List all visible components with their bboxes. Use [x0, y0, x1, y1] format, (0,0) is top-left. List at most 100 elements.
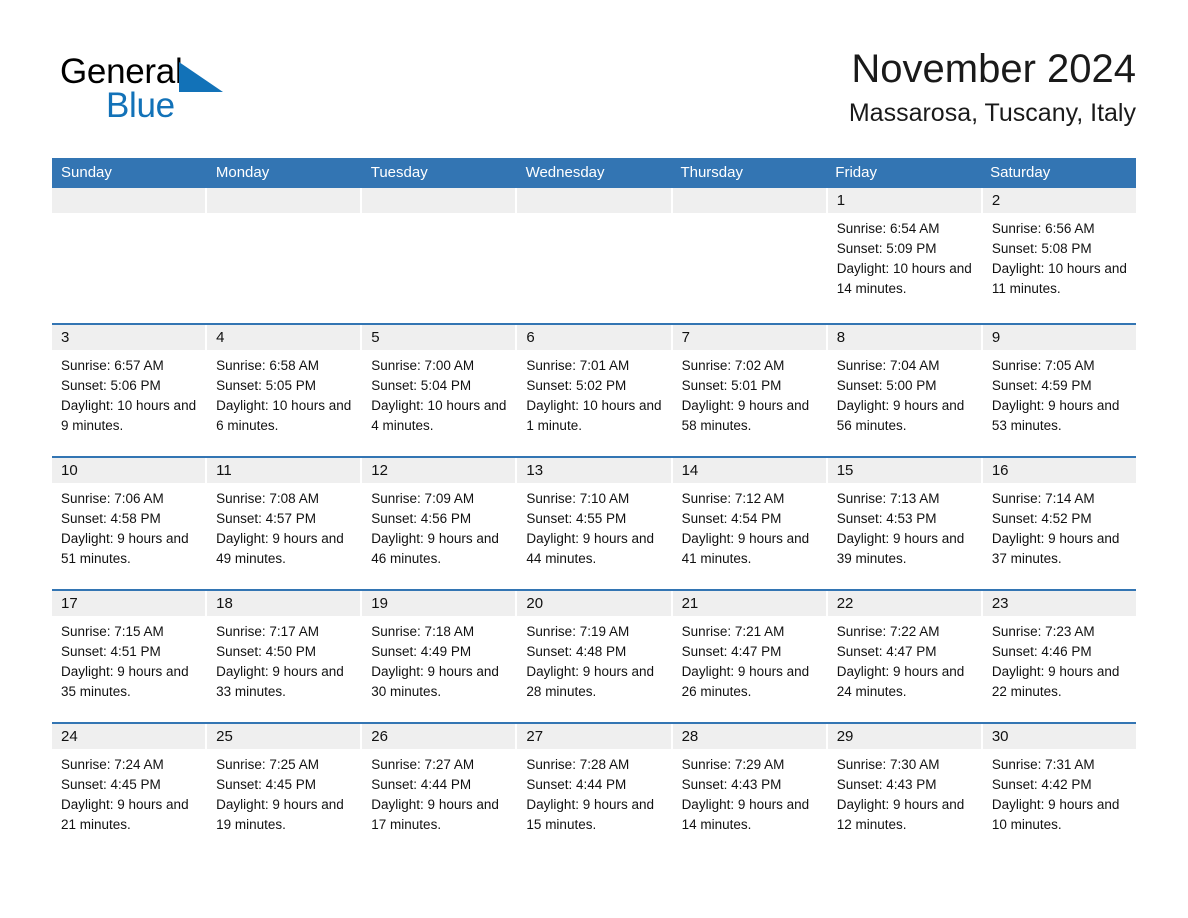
day-info: Sunrise: 7:00 AM Sunset: 5:04 PM Dayligh…: [362, 350, 515, 436]
day-cell[interactable]: 10 Sunrise: 7:06 AM Sunset: 4:58 PM Dayl…: [52, 458, 208, 589]
day-cell[interactable]: 26 Sunrise: 7:27 AM Sunset: 4:44 PM Dayl…: [362, 724, 518, 855]
day-number: 25: [207, 724, 361, 749]
weekday-header-row: Sunday Monday Tuesday Wednesday Thursday…: [52, 158, 1136, 188]
sunset-text: Sunset: 4:59 PM: [991, 378, 1092, 393]
day-number: 15: [827, 458, 981, 483]
day-info: [362, 213, 515, 219]
day-info: [52, 213, 205, 219]
day-cell[interactable]: 16 Sunrise: 7:14 AM Sunset: 4:52 PM Dayl…: [982, 458, 1136, 589]
day-number: 19: [362, 591, 516, 616]
day-number: 12: [362, 458, 516, 483]
daylight-text: Daylight: 9 hours and 41 minutes.: [681, 531, 810, 566]
daylight-text: Daylight: 10 hours and 9 minutes.: [61, 398, 197, 433]
weekday-header-wednesday: Wednesday: [525, 164, 605, 181]
day-number: [52, 188, 206, 213]
day-cell[interactable]: 17 Sunrise: 7:15 AM Sunset: 4:51 PM Dayl…: [52, 591, 208, 722]
daylight-text: Daylight: 9 hours and 51 minutes.: [61, 531, 189, 566]
day-cell[interactable]: [362, 188, 518, 323]
day-info: Sunrise: 6:58 AM Sunset: 5:05 PM Dayligh…: [207, 350, 360, 436]
day-info: Sunrise: 7:15 AM Sunset: 4:51 PM Dayligh…: [52, 616, 205, 702]
day-info: Sunrise: 7:17 AM Sunset: 4:50 PM Dayligh…: [207, 616, 360, 702]
day-cell[interactable]: 15 Sunrise: 7:13 AM Sunset: 4:53 PM Dayl…: [827, 458, 983, 589]
day-cell[interactable]: 21 Sunrise: 7:21 AM Sunset: 4:47 PM Dayl…: [672, 591, 828, 722]
day-info: Sunrise: 7:01 AM Sunset: 5:02 PM Dayligh…: [517, 350, 670, 436]
day-info: [673, 213, 826, 219]
day-number: 5: [362, 325, 516, 350]
day-cell[interactable]: 3 Sunrise: 6:57 AM Sunset: 5:06 PM Dayli…: [52, 325, 208, 456]
sunrise-text: Sunrise: 7:24 AM: [61, 757, 164, 772]
day-cell[interactable]: [207, 188, 363, 323]
day-cell[interactable]: 13 Sunrise: 7:10 AM Sunset: 4:55 PM Dayl…: [517, 458, 673, 589]
day-cell[interactable]: 23 Sunrise: 7:23 AM Sunset: 4:46 PM Dayl…: [982, 591, 1136, 722]
day-info: Sunrise: 7:21 AM Sunset: 4:47 PM Dayligh…: [673, 616, 826, 702]
sunrise-text: Sunrise: 7:28 AM: [526, 757, 630, 772]
day-cell[interactable]: 1 Sunrise: 6:54 AM Sunset: 5:09 PM Dayli…: [827, 188, 983, 323]
day-cell[interactable]: 14 Sunrise: 7:12 AM Sunset: 4:54 PM Dayl…: [672, 458, 828, 589]
day-cell[interactable]: 8 Sunrise: 7:04 AM Sunset: 5:00 PM Dayli…: [827, 325, 983, 456]
day-cell[interactable]: [52, 188, 208, 323]
day-cell[interactable]: 18 Sunrise: 7:17 AM Sunset: 4:50 PM Dayl…: [207, 591, 363, 722]
day-number: 9: [982, 325, 1136, 350]
day-number: 21: [672, 591, 826, 616]
day-number: 13: [517, 458, 671, 483]
daylight-text: Daylight: 10 hours and 4 minutes.: [371, 398, 507, 433]
sunset-text: Sunset: 4:46 PM: [991, 644, 1092, 659]
daylight-text: Daylight: 9 hours and 53 minutes.: [991, 398, 1120, 433]
daylight-text: Daylight: 9 hours and 58 minutes.: [681, 398, 810, 433]
daylight-text: Daylight: 9 hours and 21 minutes.: [61, 797, 189, 832]
day-number: [362, 188, 516, 213]
day-number: 2: [982, 188, 1136, 213]
day-cell[interactable]: 4 Sunrise: 6:58 AM Sunset: 5:05 PM Dayli…: [207, 325, 363, 456]
sunrise-text: Sunrise: 7:29 AM: [681, 757, 785, 772]
sunset-text: Sunset: 4:48 PM: [526, 644, 627, 659]
sunset-text: Sunset: 4:43 PM: [836, 777, 937, 792]
day-cell[interactable]: 25 Sunrise: 7:25 AM Sunset: 4:45 PM Dayl…: [207, 724, 363, 855]
sunrise-text: Sunrise: 7:12 AM: [681, 491, 785, 506]
day-cell[interactable]: 22 Sunrise: 7:22 AM Sunset: 4:47 PM Dayl…: [827, 591, 983, 722]
day-cell[interactable]: 20 Sunrise: 7:19 AM Sunset: 4:48 PM Dayl…: [517, 591, 673, 722]
day-cell[interactable]: [517, 188, 673, 323]
day-cell[interactable]: 28 Sunrise: 7:29 AM Sunset: 4:43 PM Dayl…: [672, 724, 828, 855]
sunrise-text: Sunrise: 7:01 AM: [526, 358, 630, 373]
day-cell[interactable]: [672, 188, 828, 323]
weekday-header-monday: Monday: [215, 164, 270, 181]
day-cell[interactable]: 27 Sunrise: 7:28 AM Sunset: 4:44 PM Dayl…: [517, 724, 673, 855]
day-cell[interactable]: 24 Sunrise: 7:24 AM Sunset: 4:45 PM Dayl…: [52, 724, 208, 855]
day-cell[interactable]: 9 Sunrise: 7:05 AM Sunset: 4:59 PM Dayli…: [982, 325, 1136, 456]
sunrise-text: Sunrise: 6:58 AM: [216, 358, 319, 373]
day-number: 17: [52, 591, 206, 616]
week-row: 24 Sunrise: 7:24 AM Sunset: 4:45 PM Dayl…: [52, 722, 1136, 855]
day-info: Sunrise: 7:27 AM Sunset: 4:44 PM Dayligh…: [362, 749, 515, 835]
sunrise-text: Sunrise: 7:15 AM: [61, 624, 164, 639]
sunrise-text: Sunrise: 7:21 AM: [681, 624, 785, 639]
weekday-header-tuesday: Tuesday: [370, 164, 428, 181]
sunset-text: Sunset: 4:56 PM: [371, 511, 472, 526]
day-cell[interactable]: 19 Sunrise: 7:18 AM Sunset: 4:49 PM Dayl…: [362, 591, 518, 722]
sunset-text: Sunset: 5:08 PM: [991, 241, 1092, 256]
sunrise-text: Sunrise: 6:54 AM: [836, 221, 940, 236]
sunrise-text: Sunrise: 7:10 AM: [526, 491, 630, 506]
daylight-text: Daylight: 9 hours and 17 minutes.: [371, 797, 499, 832]
sunset-text: Sunset: 5:04 PM: [371, 378, 472, 393]
day-cell[interactable]: 7 Sunrise: 7:02 AM Sunset: 5:01 PM Dayli…: [672, 325, 828, 456]
day-info: Sunrise: 7:25 AM Sunset: 4:45 PM Dayligh…: [207, 749, 360, 835]
day-info: Sunrise: 7:09 AM Sunset: 4:56 PM Dayligh…: [362, 483, 515, 569]
brand-line-one: General: [60, 52, 320, 93]
brand-logo[interactable]: General Blue: [60, 52, 320, 136]
day-info: Sunrise: 7:06 AM Sunset: 4:58 PM Dayligh…: [52, 483, 205, 569]
calendar-page: General Blue November 2024 Massarosa, Tu…: [0, 0, 1188, 918]
day-cell[interactable]: 11 Sunrise: 7:08 AM Sunset: 4:57 PM Dayl…: [207, 458, 363, 589]
day-cell[interactable]: 6 Sunrise: 7:01 AM Sunset: 5:02 PM Dayli…: [517, 325, 673, 456]
day-info: Sunrise: 7:22 AM Sunset: 4:47 PM Dayligh…: [828, 616, 981, 702]
page-subtitle: Massarosa, Tuscany, Italy: [848, 99, 1136, 127]
day-cell[interactable]: 12 Sunrise: 7:09 AM Sunset: 4:56 PM Dayl…: [362, 458, 518, 589]
daylight-text: Daylight: 9 hours and 19 minutes.: [216, 797, 344, 832]
day-cell[interactable]: 30 Sunrise: 7:31 AM Sunset: 4:42 PM Dayl…: [982, 724, 1136, 855]
sunset-text: Sunset: 4:55 PM: [526, 511, 627, 526]
weekday-header-thursday: Thursday: [680, 164, 743, 181]
day-number: 23: [982, 591, 1136, 616]
day-cell[interactable]: 2 Sunrise: 6:56 AM Sunset: 5:08 PM Dayli…: [982, 188, 1136, 323]
daylight-text: Daylight: 9 hours and 24 minutes.: [836, 664, 965, 699]
day-cell[interactable]: 29 Sunrise: 7:30 AM Sunset: 4:43 PM Dayl…: [827, 724, 983, 855]
day-cell[interactable]: 5 Sunrise: 7:00 AM Sunset: 5:04 PM Dayli…: [362, 325, 518, 456]
